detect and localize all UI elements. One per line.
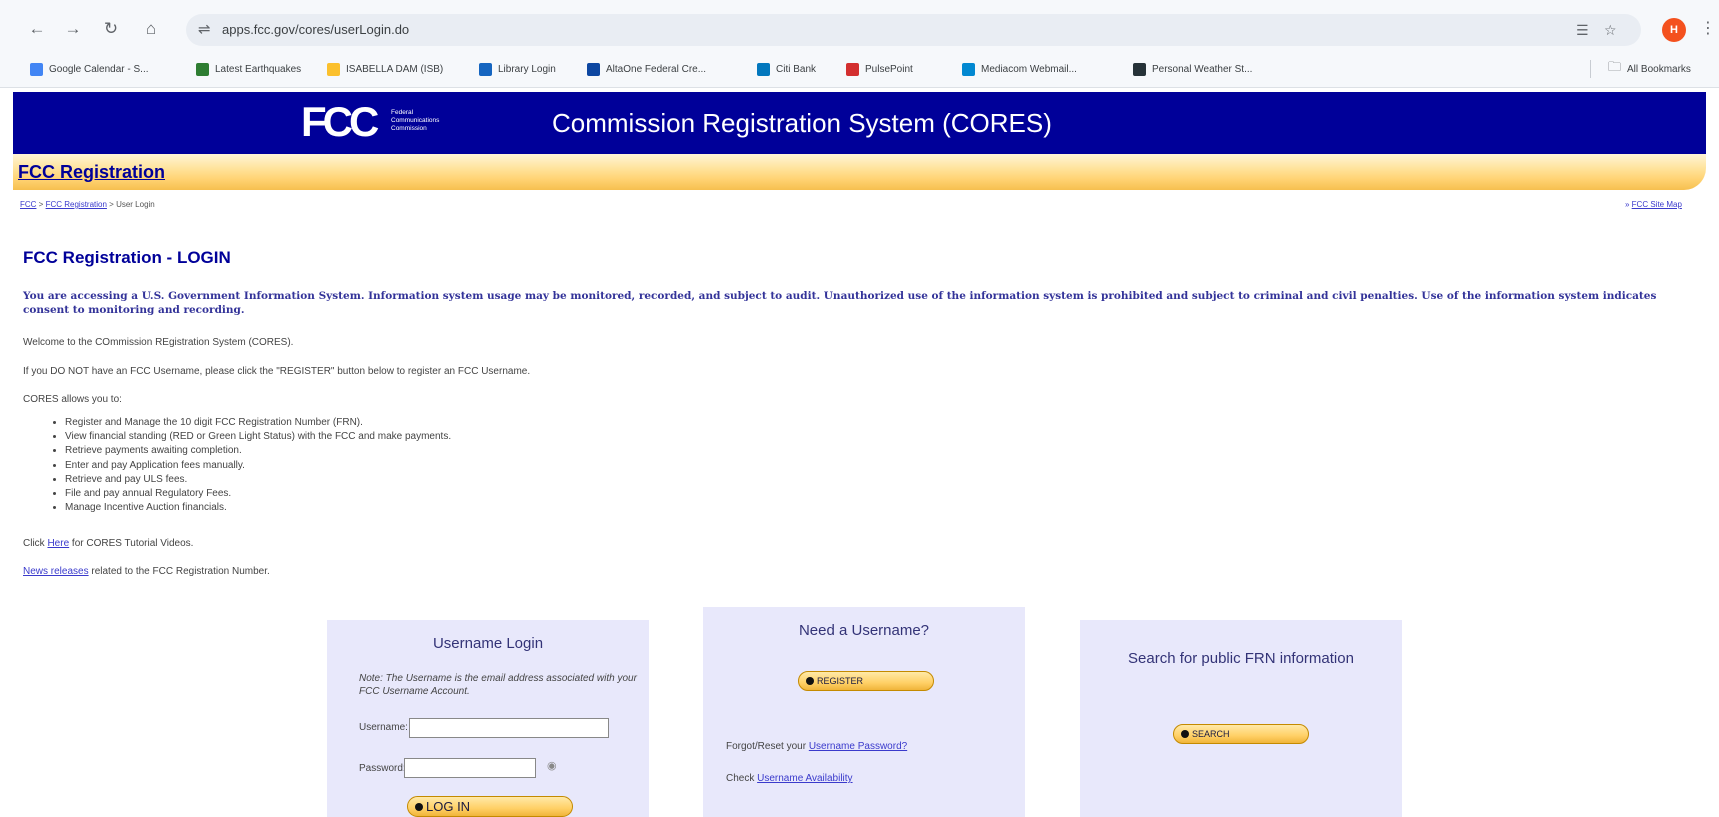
bookmark-item[interactable]: Library Login	[479, 61, 556, 77]
bullet-icon	[1181, 730, 1189, 738]
news-text: News releases related to the FCC Registr…	[23, 566, 270, 577]
forward-icon[interactable]: →	[62, 18, 84, 40]
search-button[interactable]: SEARCH	[1173, 724, 1309, 744]
username-label: Username:	[359, 722, 408, 733]
breadcrumb: FCC > FCC Registration > User Login	[20, 200, 155, 209]
system-title: Commission Registration System (CORES)	[552, 108, 1052, 138]
bookmarks-divider	[1590, 60, 1591, 78]
fcc-logo-text: Federal Communications Commission	[391, 109, 440, 132]
tutorial-text: Click Here for CORES Tutorial Videos.	[23, 538, 194, 549]
username-availability-link[interactable]: Username Availability	[757, 773, 852, 784]
citibank-icon	[757, 62, 770, 76]
site-map-link[interactable]: FCC Site Map	[1632, 200, 1682, 209]
login-box: Username Login Note: The Username is the…	[327, 620, 649, 817]
bookmark-item[interactable]: Mediacom Webmail...	[962, 61, 1077, 77]
site-info-icon[interactable]: ⇌	[198, 20, 211, 38]
dam-icon	[327, 62, 340, 76]
reload-icon[interactable]: ↻	[100, 18, 122, 40]
bookmark-item[interactable]: Latest Earthquakes	[196, 61, 301, 77]
url-text[interactable]: apps.fcc.gov/cores/userLogin.do	[222, 22, 409, 37]
site-map: » FCC Site Map	[1625, 200, 1682, 209]
section-band: FCC Registration	[13, 154, 1706, 190]
register-box: Need a Username? REGISTER Forgot/Reset y…	[703, 607, 1025, 817]
search-box-title: Search for public FRN information	[1128, 650, 1354, 667]
earthquake-icon	[196, 62, 209, 76]
home-icon[interactable]: ⌂	[140, 18, 162, 40]
forgot-password-row: Forgot/Reset your Username Password?	[726, 741, 908, 752]
library-icon	[479, 62, 492, 76]
breadcrumb-registration[interactable]: FCC Registration	[46, 200, 107, 209]
username-note: Note: The Username is the email address …	[359, 673, 637, 697]
show-password-icon[interactable]: ◉	[547, 759, 557, 772]
welcome-text: Welcome to the COmmission REgistration S…	[23, 337, 294, 348]
login-button[interactable]: LOG IN	[407, 796, 573, 817]
bookmark-item[interactable]: ISABELLA DAM (ISB)	[327, 61, 443, 77]
list-item: View financial standing (RED or Green Li…	[65, 430, 451, 444]
section-title-link[interactable]: FCC Registration	[18, 162, 165, 183]
menu-icon[interactable]: ⋮	[1700, 18, 1716, 38]
calendar-icon	[30, 62, 43, 76]
bullet-icon	[806, 677, 814, 685]
register-box-title: Need a Username?	[798, 622, 930, 639]
username-input[interactable]	[409, 718, 609, 738]
list-item: Manage Incentive Auction financials.	[65, 501, 451, 515]
bookmark-item[interactable]: Personal Weather St...	[1133, 61, 1252, 77]
folder-icon: 🗀	[1608, 59, 1622, 74]
breadcrumb-current: User Login	[116, 200, 155, 209]
mail-icon	[962, 62, 975, 76]
fcc-logo[interactable]: FCC	[301, 98, 379, 146]
login-box-title: Username Login	[432, 635, 544, 652]
news-releases-link[interactable]: News releases	[23, 566, 89, 577]
translate-icon[interactable]: ☰	[1576, 22, 1589, 39]
register-instructions: If you DO NOT have an FCC Username, plea…	[23, 366, 531, 377]
register-button[interactable]: REGISTER	[798, 671, 934, 691]
breadcrumb-fcc[interactable]: FCC	[20, 200, 36, 209]
bookmark-item[interactable]: Google Calendar - S...	[30, 61, 149, 77]
list-item: Enter and pay Application fees manually.	[65, 459, 451, 473]
address-bar[interactable]: ⇌ apps.fcc.gov/cores/userLogin.do ☰ ☆	[186, 14, 1641, 46]
profile-avatar[interactable]: H	[1662, 18, 1686, 42]
all-bookmarks[interactable]: 🗀 All Bookmarks	[1608, 59, 1691, 77]
list-item: Retrieve payments awaiting completion.	[65, 444, 451, 458]
check-availability-row: Check Username Availability	[726, 773, 853, 784]
search-box: Search for public FRN information SEARCH	[1080, 620, 1402, 817]
password-label: Password:	[359, 763, 406, 774]
page-title: FCC Registration - LOGIN	[23, 248, 231, 267]
bookmark-item[interactable]: PulsePoint	[846, 61, 913, 77]
forgot-password-link[interactable]: Username Password?	[809, 741, 907, 752]
bookmarks-bar: Google Calendar - S... Latest Earthquake…	[0, 50, 1719, 88]
security-warning: You are accessing a U.S. Government Info…	[23, 290, 1657, 316]
bullet-icon	[415, 803, 423, 811]
allows-intro: CORES allows you to:	[23, 394, 122, 405]
tutorial-link[interactable]: Here	[47, 538, 69, 549]
list-item: File and pay annual Regulatory Fees.	[65, 487, 451, 501]
bookmark-star-icon[interactable]: ☆	[1604, 22, 1617, 39]
pulsepoint-icon	[846, 62, 859, 76]
weather-icon	[1133, 62, 1146, 76]
list-item: Register and Manage the 10 digit FCC Reg…	[65, 416, 451, 430]
feature-list: Register and Manage the 10 digit FCC Reg…	[55, 416, 451, 515]
list-item: Retrieve and pay ULS fees.	[65, 473, 451, 487]
bookmark-item[interactable]: AltaOne Federal Cre...	[587, 61, 706, 77]
bookmark-item[interactable]: Citi Bank	[757, 61, 816, 77]
password-input[interactable]	[404, 758, 536, 778]
bank-icon	[587, 62, 600, 76]
fcc-banner: FCC Federal Communications Commission Co…	[13, 92, 1706, 154]
back-icon[interactable]: ←	[26, 18, 48, 40]
